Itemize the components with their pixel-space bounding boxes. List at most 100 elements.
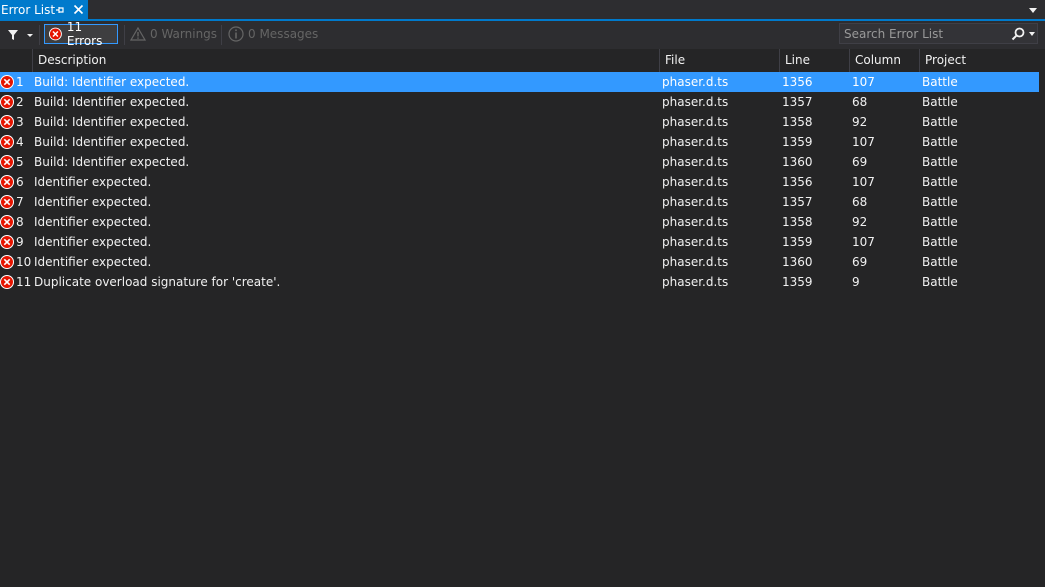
row-number: 9 bbox=[16, 235, 24, 249]
table-row[interactable]: 4 Build: Identifier expected. phaser.d.ts 1… bbox=[0, 132, 1045, 152]
table-row[interactable]: 8 Identifier expected. phaser.d.ts 1358 92 Ba… bbox=[0, 212, 1045, 232]
row-description: Build: Identifier expected. bbox=[34, 115, 190, 129]
row-column: 92 bbox=[852, 215, 868, 229]
row-number: 1 bbox=[16, 75, 24, 89]
table-row[interactable]: 5 Build: Identifier expected. phaser.d.ts 1… bbox=[0, 152, 1045, 172]
column-header-line[interactable]: Line bbox=[779, 49, 849, 72]
row-line: 1356 bbox=[782, 175, 813, 189]
row-project: Battle bbox=[922, 115, 958, 129]
pin-icon[interactable] bbox=[55, 5, 65, 15]
error-icon bbox=[0, 255, 14, 269]
row-number: 6 bbox=[16, 175, 24, 189]
errors-count-label: 11 Errors bbox=[66, 20, 103, 48]
window-titlebar: Error List bbox=[0, 0, 1045, 21]
row-project: Battle bbox=[922, 255, 958, 269]
column-header-description[interactable]: Description bbox=[32, 49, 659, 72]
row-description: Duplicate overload signature for 'create… bbox=[34, 275, 281, 289]
row-column: 107 bbox=[852, 235, 875, 249]
row-project: Battle bbox=[922, 275, 958, 289]
row-file: phaser.d.ts bbox=[662, 215, 729, 229]
row-file: phaser.d.ts bbox=[662, 255, 729, 269]
search-options-dropdown-icon[interactable] bbox=[1029, 32, 1035, 36]
table-row[interactable]: 11 Duplicate overload signature for 'crea… bbox=[0, 272, 1045, 292]
warnings-count-label: 0 Warnings bbox=[150, 27, 218, 41]
row-line: 1358 bbox=[782, 215, 813, 229]
table-row[interactable]: 9 Identifier expected. phaser.d.ts 1359 107 B… bbox=[0, 232, 1045, 252]
error-icon bbox=[0, 95, 14, 109]
toolbar-separator bbox=[221, 25, 222, 45]
warnings-filter-button[interactable]: 0 Warnings bbox=[130, 24, 217, 44]
row-line: 1359 bbox=[782, 235, 813, 249]
row-description: Build: Identifier expected. bbox=[34, 135, 190, 149]
row-number: 8 bbox=[16, 215, 24, 229]
row-file: phaser.d.ts bbox=[662, 95, 729, 109]
row-file: phaser.d.ts bbox=[662, 155, 729, 169]
row-column: 69 bbox=[852, 155, 868, 169]
error-icon bbox=[0, 235, 14, 249]
info-icon bbox=[228, 26, 244, 42]
row-number: 10 bbox=[16, 255, 32, 269]
table-row[interactable]: 7 Identifier expected. phaser.d.ts 1357 68 Ba… bbox=[0, 192, 1045, 212]
error-icon bbox=[0, 135, 14, 149]
table-row[interactable]: 10 Identifier expected. phaser.d.ts 1360 69 B… bbox=[0, 252, 1045, 272]
row-file: phaser.d.ts bbox=[662, 195, 729, 209]
table-row[interactable]: 2 Build: Identifier expected. phaser.d.ts 1… bbox=[0, 92, 1045, 112]
row-column: 68 bbox=[852, 95, 868, 109]
row-column: 69 bbox=[852, 255, 868, 269]
row-description: Build: Identifier expected. bbox=[34, 95, 190, 109]
column-header-icon[interactable] bbox=[0, 49, 32, 72]
row-number: 2 bbox=[16, 95, 24, 109]
search-icon[interactable] bbox=[1011, 27, 1025, 41]
column-header-file[interactable]: File bbox=[659, 49, 779, 72]
row-column: 107 bbox=[852, 135, 875, 149]
row-number: 5 bbox=[16, 155, 24, 169]
row-description: Identifier expected. bbox=[34, 175, 152, 189]
row-description: Identifier expected. bbox=[34, 215, 152, 229]
row-file: phaser.d.ts bbox=[662, 235, 729, 249]
row-column: 107 bbox=[852, 75, 875, 89]
row-file: phaser.d.ts bbox=[662, 175, 729, 189]
table-row[interactable]: 3 Build: Identifier expected. phaser.d.ts 1… bbox=[0, 112, 1045, 132]
messages-filter-button[interactable]: 0 Messages bbox=[228, 24, 318, 44]
column-header-project[interactable]: Project bbox=[919, 49, 1045, 72]
window-title: Error List bbox=[1, 2, 56, 17]
error-icon bbox=[0, 155, 14, 169]
error-icon bbox=[49, 27, 62, 41]
error-icon bbox=[0, 275, 14, 289]
vertical-scrollbar[interactable] bbox=[1039, 72, 1045, 587]
error-icon bbox=[0, 175, 14, 189]
row-project: Battle bbox=[922, 95, 958, 109]
window-menu-dropdown-icon[interactable] bbox=[1029, 8, 1037, 13]
row-description: Identifier expected. bbox=[34, 235, 152, 249]
row-project: Battle bbox=[922, 195, 958, 209]
warning-icon bbox=[130, 27, 146, 41]
row-file: phaser.d.ts bbox=[662, 135, 729, 149]
row-description: Build: Identifier expected. bbox=[34, 155, 190, 169]
row-project: Battle bbox=[922, 135, 958, 149]
filter-dropdown-button[interactable] bbox=[6, 27, 36, 43]
row-project: Battle bbox=[922, 155, 958, 169]
row-project: Battle bbox=[922, 235, 958, 249]
row-file: phaser.d.ts bbox=[662, 115, 729, 129]
column-header-column[interactable]: Column bbox=[849, 49, 919, 72]
row-description: Build: Identifier expected. bbox=[34, 75, 190, 89]
errors-filter-button[interactable]: 11 Errors bbox=[44, 20, 118, 48]
row-line: 1356 bbox=[782, 75, 813, 89]
row-number: 4 bbox=[16, 135, 24, 149]
row-column: 68 bbox=[852, 195, 868, 209]
row-project: Battle bbox=[922, 175, 958, 189]
close-icon[interactable] bbox=[73, 4, 84, 15]
row-line: 1358 bbox=[782, 115, 813, 129]
search-input[interactable] bbox=[840, 24, 1004, 43]
table-row[interactable]: 1 Build: Identifier expected. phaser.d.ts 1… bbox=[0, 72, 1039, 92]
row-line: 1359 bbox=[782, 135, 813, 149]
error-list-tab[interactable]: Error List bbox=[0, 0, 88, 21]
error-list-toolbar: 11 Errors 0 Warnings 0 Messages bbox=[0, 20, 1045, 49]
table-row[interactable]: 6 Identifier expected. phaser.d.ts 1356 107 B… bbox=[0, 172, 1045, 192]
messages-count-label: 0 Messages bbox=[248, 27, 319, 41]
row-line: 1360 bbox=[782, 255, 813, 269]
error-icon bbox=[0, 75, 14, 89]
row-file: phaser.d.ts bbox=[662, 275, 729, 289]
column-header-row: Description File Line Column Project bbox=[0, 49, 1045, 72]
chevron-down-icon bbox=[27, 34, 33, 37]
